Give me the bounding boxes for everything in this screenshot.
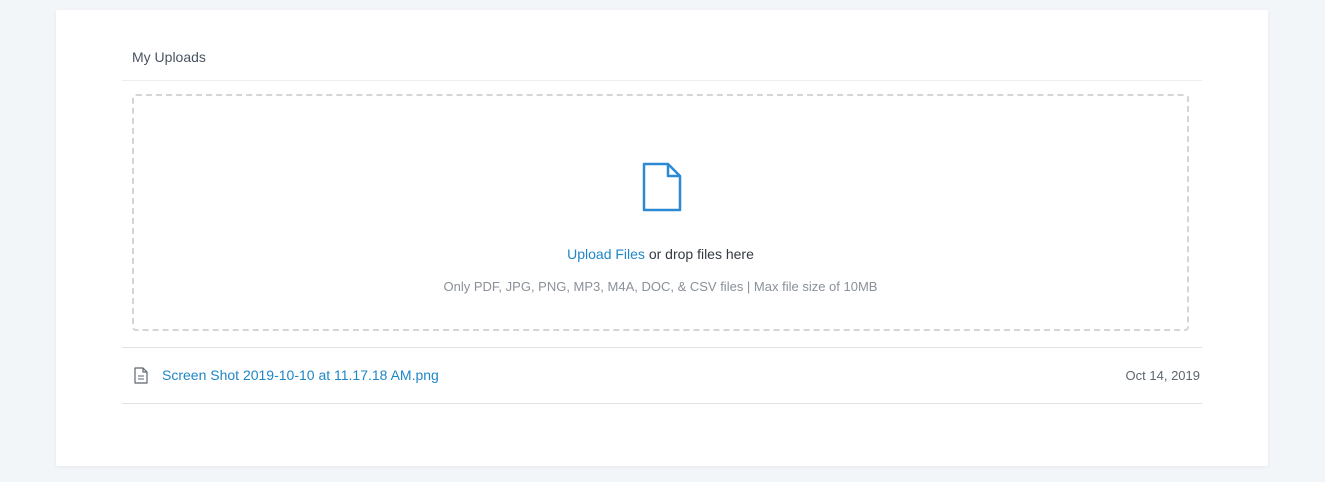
upload-files-link[interactable]: Upload Files	[567, 246, 645, 262]
file-list-row: Screen Shot 2019-10-10 at 11.17.18 AM.pn…	[122, 348, 1202, 404]
file-dropzone[interactable]: Upload Files or drop files here Only PDF…	[132, 94, 1189, 331]
uploads-card: My Uploads Upload Files or drop files he…	[56, 10, 1268, 466]
file-restrictions-hint: Only PDF, JPG, PNG, MP3, M4A, DOC, & CSV…	[443, 279, 878, 294]
upload-prompt: Upload Files or drop files here	[134, 246, 1187, 262]
file-name-link[interactable]: Screen Shot 2019-10-10 at 11.17.18 AM.pn…	[162, 367, 439, 383]
section-title: My Uploads	[132, 49, 206, 65]
file-icon	[642, 162, 682, 212]
drop-files-text: or drop files here	[644, 246, 754, 262]
file-upload-date: Oct 14, 2019	[1125, 368, 1200, 383]
title-divider	[122, 80, 1202, 81]
document-icon	[134, 367, 148, 384]
